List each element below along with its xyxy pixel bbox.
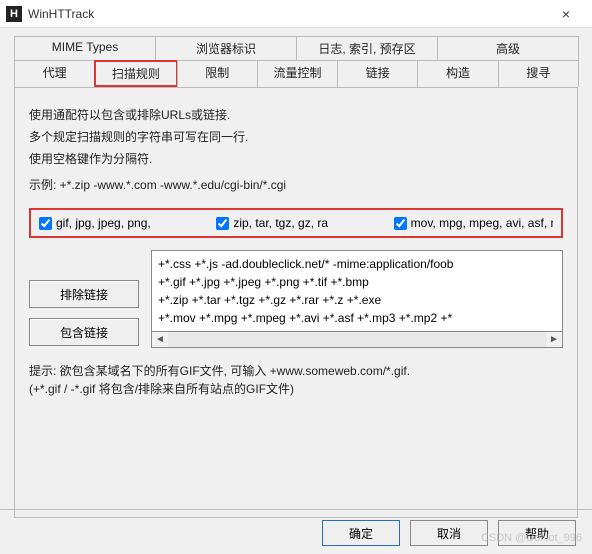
example-label: 示例: [29,178,60,192]
checkbox-media[interactable] [394,217,407,230]
cancel-button[interactable]: 取消 [410,520,488,546]
dialog-footer: 确定 取消 帮助 [0,509,592,546]
tab-search[interactable]: 搜寻 [498,60,579,87]
tab-row-bottom: 代理 扫描规则 限制 流量控制 链接 构造 搜寻 [14,60,578,88]
tab-panel: 使用通配符以包含或排除URLs或链接. 多个规定扫描规则的字符串可写在同一行. … [14,88,578,518]
rules-textarea[interactable]: +*.css +*.js -ad.doubleclick.net/* -mime… [151,250,563,332]
scroll-left-icon[interactable]: ◄ [152,334,168,345]
titlebar: H WinHTTrack × [0,0,592,28]
hint-value: +www.someweb.com/*.gif. [270,364,410,378]
help-button[interactable]: 帮助 [498,520,576,546]
tab-limits[interactable]: 限制 [177,60,258,87]
checkbox-item-images[interactable]: gif, jpg, jpeg, png, [39,216,198,230]
hint-text: 提示: 欲包含某域名下的所有GIF文件, 可输入 +www.someweb.co… [29,362,563,398]
window-title: WinHTTrack [28,7,546,21]
app-icon: H [6,6,22,22]
hint-line2: (+*.gif / -*.gif 将包含/排除来自所有站点的GIF文件) [29,380,563,398]
tab-build[interactable]: 构造 [417,60,498,87]
ok-button[interactable]: 确定 [322,520,400,546]
horizontal-scrollbar[interactable]: ◄ ► [151,332,563,348]
hint-prefix: 提示: 欲包含某域名下的所有GIF文件, 可输入 [29,364,270,378]
instruction-line: 使用空格键作为分隔符. [29,150,563,168]
close-button[interactable]: × [546,6,586,22]
filetype-checkbox-row: gif, jpg, jpeg, png, zip, tar, tgz, gz, … [29,208,563,238]
instruction-line: 使用通配符以包含或排除URLs或链接. [29,106,563,124]
checkbox-label: mov, mpg, mpeg, avi, asf, mp [411,216,553,230]
tab-row-top: MIME Types 浏览器标识 日志, 索引, 预存区 高级 [14,36,578,60]
tab-scan-rules[interactable]: 扫描规则 [94,60,177,87]
include-link-button[interactable]: 包含链接 [29,318,139,346]
scroll-right-icon[interactable]: ► [546,334,562,345]
checkbox-archives[interactable] [216,217,229,230]
tab-log-index-cache[interactable]: 日志, 索引, 预存区 [296,36,438,60]
tab-proxy[interactable]: 代理 [14,60,95,87]
instruction-line: 多个规定扫描规则的字符串可写在同一行. [29,128,563,146]
tab-browser-id[interactable]: 浏览器标识 [155,36,297,60]
checkbox-item-archives[interactable]: zip, tar, tgz, gz, ra [216,216,375,230]
tab-advanced[interactable]: 高级 [437,36,579,60]
example-text: +*.zip -www.*.com -www.*.edu/cgi-bin/*.c… [60,178,286,192]
checkbox-images[interactable] [39,217,52,230]
checkbox-item-media[interactable]: mov, mpg, mpeg, avi, asf, mp [394,216,553,230]
scroll-track[interactable] [168,332,546,347]
checkbox-label: gif, jpg, jpeg, png, [56,216,151,230]
tab-flow-control[interactable]: 流量控制 [257,60,338,87]
exclude-link-button[interactable]: 排除链接 [29,280,139,308]
tab-links[interactable]: 链接 [337,60,418,87]
tab-mime-types[interactable]: MIME Types [14,36,156,60]
instructions: 使用通配符以包含或排除URLs或链接. 多个规定扫描规则的字符串可写在同一行. … [29,106,563,194]
example-line: 示例: +*.zip -www.*.com -www.*.edu/cgi-bin… [29,176,563,194]
checkbox-label: zip, tar, tgz, gz, ra [233,216,328,230]
